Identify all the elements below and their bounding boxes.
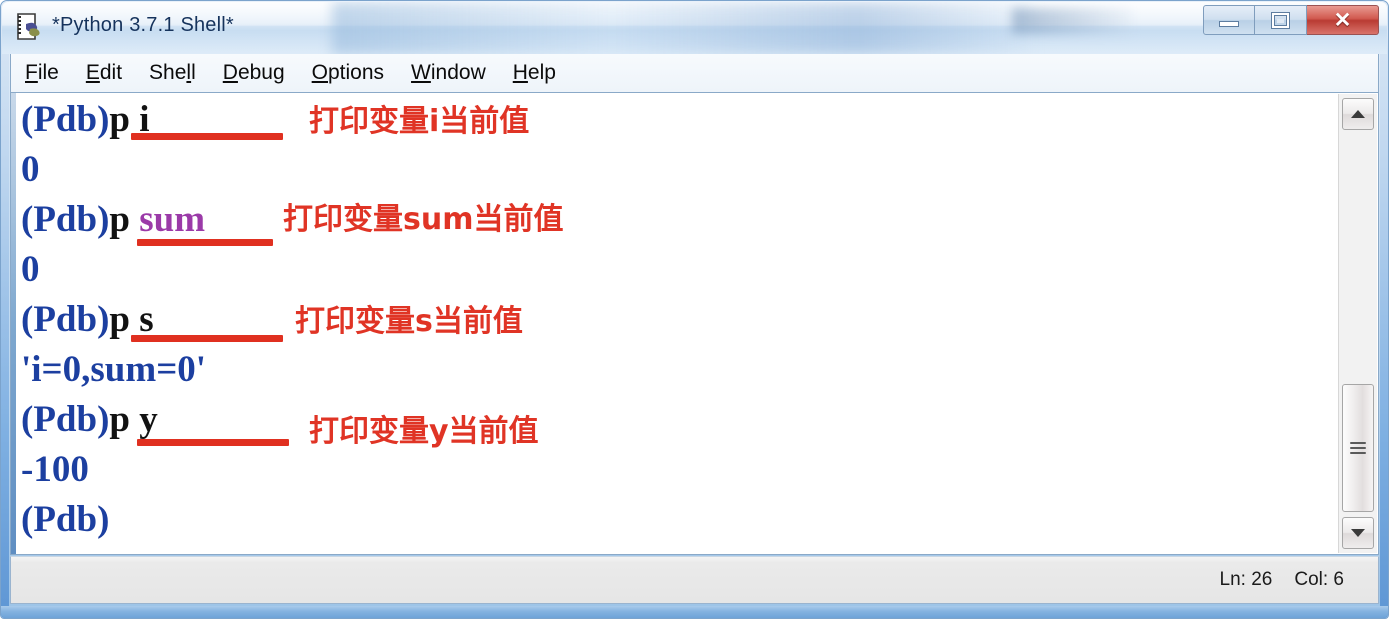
menu-bar: File Edit Shell Debug Options Window Hel…	[10, 54, 1379, 92]
vertical-scrollbar[interactable]	[1338, 94, 1377, 553]
title-bar[interactable]: *Python 3.7.1 Shell* ✕	[2, 2, 1387, 54]
annotation-2: 打印变量sum当前值	[283, 202, 564, 237]
output-value-3: 'i=0,sum=0'	[21, 349, 207, 390]
menu-item-help[interactable]: Help	[513, 61, 556, 85]
menu-item-edit[interactable]: Edit	[86, 61, 122, 85]
output-value-2: 0	[21, 249, 40, 290]
menu-item-debug[interactable]: Debug	[223, 61, 285, 85]
shell-line-command-3: (Pdb)p s 打印变量s当前值	[21, 295, 1338, 345]
command-variable-2: sum	[139, 199, 206, 240]
window-title: *Python 3.7.1 Shell*	[52, 14, 234, 36]
command-variable-3: s	[139, 299, 154, 340]
close-icon: ✕	[1333, 8, 1352, 32]
left-gutter-stripe	[11, 93, 16, 554]
python-file-icon	[14, 12, 44, 42]
shell-line-output-3: 'i=0,sum=0'	[21, 345, 1338, 395]
minimize-button[interactable]	[1203, 5, 1255, 35]
idle-shell-window: *Python 3.7.1 Shell* ✕ File Edit Shell D…	[0, 0, 1389, 619]
status-column-number: Col: 6	[1294, 569, 1344, 590]
command-underline-3	[131, 335, 283, 342]
status-bar: Ln: 26 Col: 6	[10, 556, 1379, 604]
shell-line-command-2: (Pdb)p sum 打印变量sum当前值	[21, 195, 1338, 246]
title-bar-blur-decoration-2	[1012, 8, 1132, 34]
shell-line-output-4: -100	[21, 445, 1338, 495]
scroll-up-button[interactable]	[1342, 98, 1374, 130]
window-frame-left	[1, 1, 9, 618]
window-frame-right	[1380, 1, 1388, 618]
shell-output-lines: (Pdb)p i 打印变量i当前值 0 (Pdb)p sum 打印变量sum当前…	[21, 95, 1338, 545]
pdb-prompt: (Pdb)	[21, 299, 110, 340]
scroll-down-button[interactable]	[1342, 517, 1374, 549]
chevron-down-icon	[1351, 529, 1365, 537]
pdb-prompt: (Pdb)	[21, 399, 110, 440]
pdb-prompt: (Pdb)	[21, 199, 110, 240]
status-line-number: Ln: 26	[1219, 569, 1273, 590]
annotation-1: 打印变量i当前值	[309, 104, 530, 139]
output-value-4: -100	[21, 449, 89, 490]
menu-item-file[interactable]: File	[25, 61, 59, 85]
shell-text-area[interactable]: (Pdb)p i 打印变量i当前值 0 (Pdb)p sum 打印变量sum当前…	[10, 92, 1379, 555]
window-controls: ✕	[1203, 5, 1379, 37]
command-underline-1	[131, 133, 283, 140]
shell-line-output-1: 0	[21, 145, 1338, 195]
minimize-icon	[1219, 21, 1239, 27]
title-bar-blur-decoration	[332, 2, 1032, 54]
menu-item-shell[interactable]: Shell	[149, 61, 196, 85]
chevron-up-icon	[1351, 110, 1365, 118]
window-frame-bottom	[1, 606, 1388, 618]
command-verb-2: p	[109, 199, 140, 240]
command-variable-4: y	[139, 399, 158, 440]
scrollbar-thumb[interactable]	[1342, 384, 1374, 512]
shell-line-command-1: (Pdb)p i 打印变量i当前值	[21, 95, 1338, 145]
maximize-icon	[1272, 12, 1289, 28]
pdb-prompt: (Pdb)	[21, 99, 110, 140]
shell-line-command-4: (Pdb)p y 打印变量y当前值	[21, 395, 1338, 449]
shell-line-output-2: 0	[21, 245, 1338, 295]
grip-icon	[1350, 439, 1366, 457]
command-verb-4: p	[109, 399, 140, 440]
pdb-prompt-active: (Pdb)	[21, 499, 110, 540]
shell-line-command-5: (Pdb)	[21, 495, 1338, 545]
menu-item-options[interactable]: Options	[312, 61, 384, 85]
status-bar-position: Ln: 26 Col: 6	[1220, 569, 1344, 591]
maximize-button[interactable]	[1255, 5, 1307, 35]
close-button[interactable]: ✕	[1307, 5, 1379, 35]
output-value-1: 0	[21, 149, 40, 190]
menu-item-window[interactable]: Window	[411, 61, 486, 85]
annotation-3: 打印变量s当前值	[295, 304, 523, 339]
command-verb-3: p	[109, 299, 140, 340]
